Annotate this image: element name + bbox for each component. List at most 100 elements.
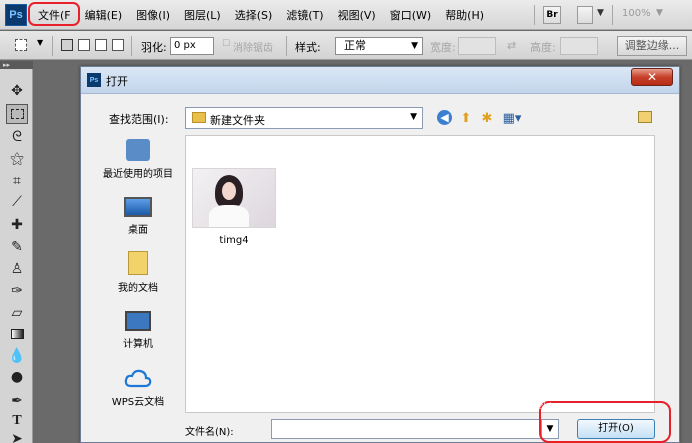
preset-chevron-down-icon[interactable]: ▼	[37, 38, 43, 47]
close-button[interactable]: ✕	[631, 68, 673, 86]
menu-filter[interactable]: 滤镜(T)	[286, 7, 323, 23]
menu-view[interactable]: 视图(V)	[338, 7, 376, 23]
add-selection-icon[interactable]	[78, 39, 90, 51]
place-computer[interactable]: 计算机	[95, 311, 181, 350]
bridge-button[interactable]: Br	[543, 6, 561, 24]
new-folder-icon[interactable]: ✱	[479, 110, 495, 126]
feather-label: 羽化:	[141, 41, 167, 54]
menu-help[interactable]: 帮助(H)	[445, 7, 484, 23]
place-label: 最近使用的项目	[103, 169, 173, 180]
wps-cloud-icon	[124, 369, 152, 388]
toolbox: ▸▸ ✥ ᘓ ⚝ ⌗ ⟋ ✚ ✎ ♙ ✑ ▱ 💧 ● ✒ T ➤	[0, 61, 33, 443]
recent-icon	[126, 139, 150, 161]
path-selection-tool-icon[interactable]: ➤	[6, 429, 28, 443]
sogou-logo-icon: S	[524, 364, 550, 390]
subtract-selection-icon[interactable]	[95, 39, 107, 51]
dialog-title-bar[interactable]: Ps 打开 ✕	[81, 67, 679, 94]
crop-tool-icon[interactable]: ⌗	[6, 171, 28, 191]
style-chevron-down-icon: ▼	[411, 41, 418, 51]
photoshop-logo-icon: Ps	[87, 73, 101, 87]
place-label: 我的文档	[118, 283, 158, 294]
screen-mode-chevron-down-icon[interactable]: ▼	[597, 8, 604, 18]
options-separator	[286, 36, 287, 56]
options-separator	[131, 36, 132, 56]
menu-edit[interactable]: 编辑(E)	[85, 7, 123, 23]
places-bar: 最近使用的项目 桌面 我的文档 计算机 WPS云文档	[95, 133, 181, 423]
documents-icon	[128, 251, 148, 275]
desktop-icon	[124, 197, 152, 217]
folder-icon	[192, 112, 206, 123]
antialias-checkbox[interactable]: ☐	[222, 39, 230, 49]
filename-input[interactable]	[271, 419, 553, 439]
filename-label: 文件名(N):	[185, 427, 234, 438]
blur-tool-icon[interactable]: 💧	[6, 346, 28, 366]
toolbox-grip[interactable]: ▸▸	[0, 61, 33, 69]
pen-tool-icon[interactable]: ✒	[6, 391, 28, 411]
style-select[interactable]: 正常 ▼	[335, 37, 423, 55]
place-documents[interactable]: 我的文档	[95, 251, 181, 294]
menu-image[interactable]: 图像(I)	[136, 7, 170, 23]
menu-separator	[534, 5, 535, 25]
place-label: WPS云文档	[111, 397, 165, 408]
type-tool-icon[interactable]: T	[6, 411, 28, 431]
antialias-label: 消除锯齿	[233, 43, 273, 54]
height-input[interactable]	[560, 37, 598, 55]
feather-input[interactable]: 0 px	[170, 37, 214, 55]
back-icon[interactable]: ◀	[437, 110, 452, 125]
screen-mode-icon[interactable]	[577, 6, 593, 24]
magic-wand-tool-icon[interactable]: ⚝	[6, 149, 28, 169]
lookin-value: 新建文件夹	[210, 114, 265, 127]
stamp-tool-icon[interactable]: ♙	[6, 259, 28, 279]
marquee-preset-icon[interactable]	[15, 39, 27, 51]
place-recent[interactable]: 最近使用的项目	[95, 139, 181, 180]
style-label: 样式:	[295, 41, 321, 54]
eyedropper-tool-icon[interactable]: ⟋	[6, 192, 28, 212]
file-thumbnail[interactable]	[192, 168, 276, 228]
swap-icon[interactable]: ⇄	[507, 39, 516, 52]
eraser-tool-icon[interactable]: ▱	[6, 303, 28, 323]
brush-tool-icon[interactable]: ✎	[6, 237, 28, 257]
menu-separator	[612, 5, 613, 25]
menu-layer[interactable]: 图层(L)	[184, 7, 221, 23]
thumbnail-face	[222, 182, 236, 200]
intersect-selection-icon[interactable]	[112, 39, 124, 51]
place-label: 计算机	[123, 339, 153, 350]
menu-select[interactable]: 选择(S)	[235, 7, 273, 23]
style-value: 正常	[344, 39, 366, 52]
marquee-tool-icon[interactable]	[6, 104, 28, 124]
options-separator	[52, 36, 53, 56]
dialog-title: 打开	[106, 75, 128, 88]
file-name-label[interactable]: timg4	[192, 235, 276, 246]
view-menu-icon[interactable]: ▦▾	[501, 110, 523, 126]
file-menu-highlight	[28, 2, 80, 26]
desktop-shortcut-icon[interactable]	[638, 111, 652, 123]
options-bar: ▼ 羽化: 0 px ☐ 消除锯齿 样式: 正常 ▼ 宽度: ⇄ 高度: 调整边…	[0, 31, 692, 60]
up-folder-icon[interactable]: ⬆	[458, 110, 474, 126]
zoom-level[interactable]: 100%	[622, 8, 651, 19]
lookin-chevron-down-icon: ▼	[410, 112, 417, 122]
place-desktop[interactable]: 桌面	[95, 197, 181, 236]
gradient-tool-icon[interactable]	[6, 324, 28, 344]
watermark-text: 搜狗指南	[553, 366, 641, 390]
place-label: 桌面	[128, 225, 148, 236]
refine-edge-button[interactable]: 调整边缘...	[617, 36, 687, 56]
watermark-url: zhinan.sogou.com	[538, 402, 620, 412]
width-label: 宽度:	[430, 41, 456, 54]
height-label: 高度:	[530, 41, 556, 54]
dodge-tool-icon[interactable]: ●	[6, 367, 28, 387]
place-wps-cloud[interactable]: WPS云文档	[95, 367, 181, 408]
new-selection-icon[interactable]	[61, 39, 73, 51]
lasso-tool-icon[interactable]: ᘓ	[6, 127, 28, 147]
lookin-label: 查找范围(I):	[109, 113, 169, 126]
history-brush-tool-icon[interactable]: ✑	[6, 281, 28, 301]
watermark: S 搜狗指南	[524, 362, 641, 392]
healing-tool-icon[interactable]: ✚	[6, 215, 28, 235]
lookin-select[interactable]: 新建文件夹 ▼	[185, 107, 423, 129]
move-tool-icon[interactable]: ✥	[6, 81, 28, 101]
width-input[interactable]	[458, 37, 496, 55]
thumbnail-body	[209, 205, 249, 227]
photoshop-logo-icon: Ps	[5, 3, 27, 26]
computer-icon	[125, 311, 151, 331]
zoom-chevron-down-icon[interactable]: ▼	[656, 8, 663, 18]
menu-window[interactable]: 窗口(W)	[390, 7, 431, 23]
